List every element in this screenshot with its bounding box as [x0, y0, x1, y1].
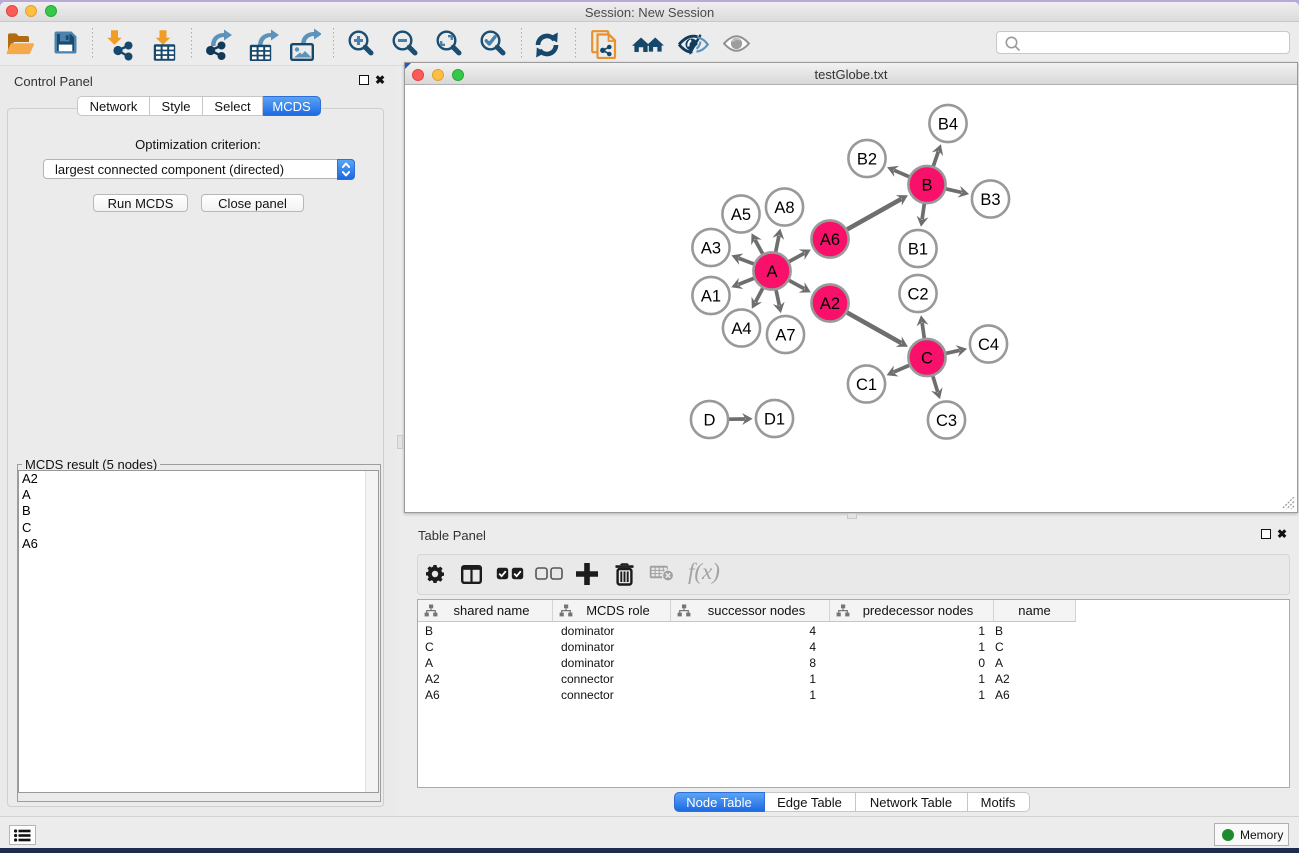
svg-text:C2: C2 — [907, 286, 928, 304]
svg-text:B1: B1 — [908, 241, 928, 259]
svg-text:B: B — [921, 177, 932, 195]
svg-text:A5: A5 — [731, 206, 751, 224]
svg-text:A4: A4 — [731, 320, 751, 338]
svg-text:D1: D1 — [764, 411, 785, 429]
svg-text:C3: C3 — [936, 412, 957, 430]
svg-text:A: A — [766, 263, 777, 281]
svg-text:D: D — [704, 412, 716, 430]
svg-text:A1: A1 — [701, 288, 721, 306]
svg-text:A7: A7 — [775, 327, 795, 345]
svg-text:A6: A6 — [820, 231, 840, 249]
svg-text:C: C — [921, 350, 933, 368]
svg-text:C1: C1 — [856, 376, 877, 394]
svg-text:A8: A8 — [774, 199, 794, 217]
svg-text:A2: A2 — [820, 295, 840, 313]
svg-text:B4: B4 — [938, 116, 958, 134]
svg-text:B3: B3 — [980, 191, 1000, 209]
svg-text:C4: C4 — [978, 336, 999, 354]
svg-text:A3: A3 — [701, 240, 721, 258]
svg-text:B2: B2 — [857, 151, 877, 169]
